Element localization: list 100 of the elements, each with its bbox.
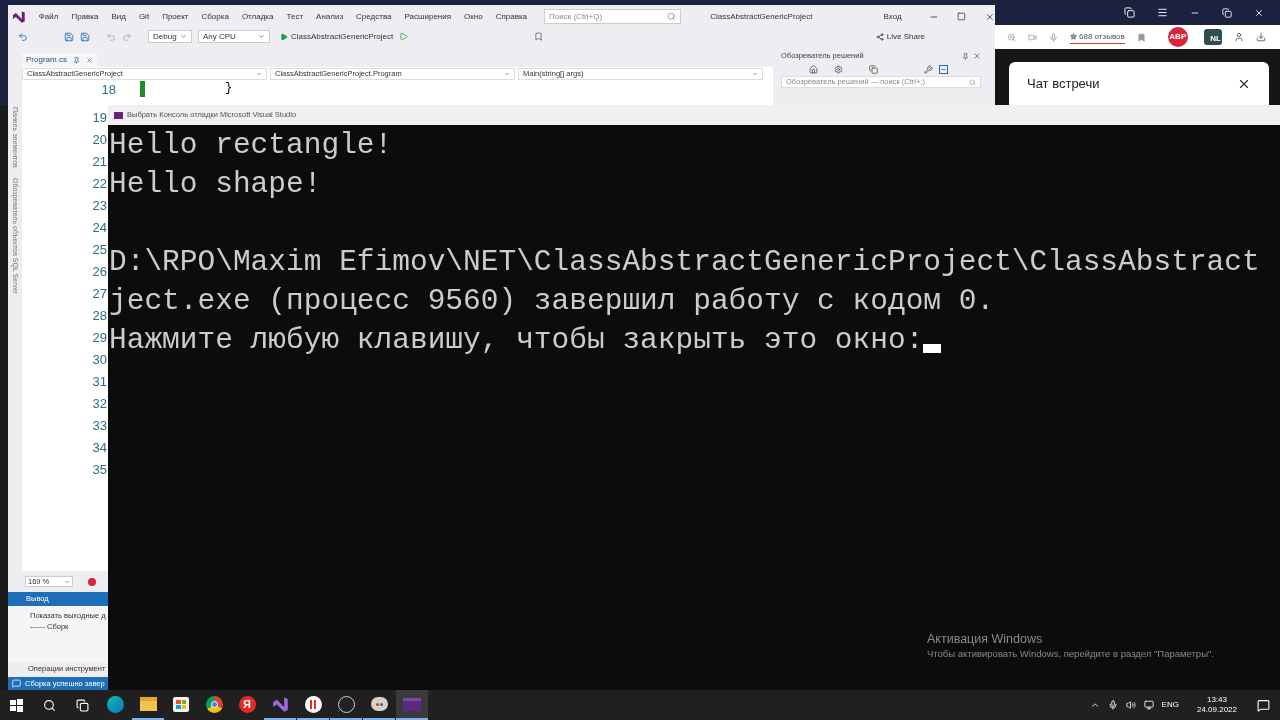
- menu-item[interactable]: Расширения: [404, 10, 452, 23]
- console-line: Нажмите любую клавишу, чтобы закрыть это окно:: [109, 322, 924, 359]
- line-number: 19: [92, 109, 107, 127]
- line-number: 22: [92, 175, 107, 193]
- window-title: ClassAbstractGenericProject: [710, 10, 813, 23]
- translator-button[interactable]: NL: [1203, 29, 1222, 45]
- app-icon: [205, 695, 223, 713]
- menu-icon[interactable]: [1157, 7, 1168, 18]
- preview-icon[interactable]: [939, 64, 948, 74]
- app-icon: [106, 695, 124, 713]
- line-number: 28: [92, 307, 107, 325]
- menu-item[interactable]: Анализ: [316, 10, 344, 23]
- save-all-icon[interactable]: [80, 31, 90, 42]
- start-without-debugging-icon[interactable]: [399, 32, 409, 41]
- visual-studio-logo-icon: [12, 10, 26, 23]
- menu-item[interactable]: Средства: [356, 10, 392, 23]
- bookmark-icon[interactable]: [534, 32, 544, 41]
- play-icon: [280, 32, 288, 41]
- line-number: 29: [92, 329, 107, 347]
- menu-item[interactable]: Правка: [71, 10, 99, 23]
- code-line: }: [225, 81, 233, 95]
- bookmark-icon[interactable]: [1136, 32, 1146, 42]
- app-icon: [139, 697, 157, 711]
- live-share-label: Live Share: [886, 30, 925, 43]
- pin-icon[interactable]: [962, 52, 969, 60]
- line-number: 20: [92, 131, 107, 149]
- menu-item[interactable]: Git: [138, 10, 150, 23]
- pin-icon[interactable]: [72, 56, 80, 64]
- console-line: Hello shape!: [109, 166, 322, 203]
- line-number: 33: [92, 417, 107, 435]
- line-number: 25: [92, 241, 107, 259]
- console-icon: [114, 111, 123, 119]
- menu-item[interactable]: Справка: [495, 10, 528, 23]
- search-icon[interactable]: [43, 698, 56, 712]
- clock[interactable]: 13:43 24.09.2022: [1196, 695, 1237, 715]
- rating-text: 688 отзывов: [1079, 30, 1125, 43]
- microphone-icon[interactable]: [1107, 700, 1118, 710]
- line-number: 34: [92, 439, 107, 457]
- search-field[interactable]: Поиск (Ctrl+Q): [544, 9, 682, 24]
- menu-item[interactable]: Отладка: [241, 10, 274, 23]
- taskbar-app-button[interactable]: Я: [231, 690, 263, 720]
- console-line: Hello rectangle!: [109, 127, 393, 164]
- tabs-icon[interactable]: [1124, 7, 1135, 18]
- app-icon: [271, 695, 289, 713]
- line-number: 21: [92, 153, 107, 171]
- line-number: 26: [92, 263, 107, 281]
- adblock-button[interactable]: ABP: [1167, 27, 1188, 47]
- caret-icon: [752, 71, 758, 77]
- close-icon[interactable]: [1254, 7, 1264, 18]
- start-icon[interactable]: [10, 698, 23, 712]
- app-icon: [370, 697, 388, 711]
- chevron-up-icon[interactable]: [1089, 700, 1100, 710]
- search-icon: [969, 78, 976, 86]
- line-number: 35: [92, 461, 107, 479]
- menu-item[interactable]: Файл: [38, 10, 59, 23]
- collapse-icon[interactable]: [869, 64, 878, 74]
- line-number: 30: [92, 351, 107, 369]
- volume-icon[interactable]: [1125, 700, 1136, 710]
- app-icon: [337, 695, 355, 713]
- line-number: 31: [92, 373, 107, 391]
- menu-item[interactable]: Сборка: [201, 10, 229, 23]
- caret-icon: [64, 578, 70, 585]
- error-icon: [88, 577, 96, 586]
- line-number: 18: [100, 81, 116, 97]
- document-tab[interactable]: Program.cs: [22, 53, 97, 67]
- star-icon: [1070, 33, 1077, 40]
- message-icon: [12, 679, 21, 688]
- line-number: 27: [92, 285, 107, 303]
- sign-in-link[interactable]: Вход: [883, 10, 902, 23]
- rating-link[interactable]: 688 отзывов: [1070, 30, 1125, 44]
- task-view-icon[interactable]: [76, 698, 89, 712]
- back-icon[interactable]: [18, 31, 28, 42]
- save-icon[interactable]: [64, 31, 74, 42]
- console-line: D:\RPO\Maxim Efimov\NET\ClassAbstractGenericProject\ClassAbstract: [109, 244, 1260, 281]
- wrench-icon[interactable]: [924, 64, 933, 74]
- notifications-icon[interactable]: [1257, 698, 1270, 712]
- console-line: ject.exe (процесс 9560) завершил работу с кодом 0.: [109, 283, 995, 320]
- line-number: 24: [92, 219, 107, 237]
- restore-icon[interactable]: [1222, 7, 1232, 18]
- download-icon[interactable]: [1255, 32, 1266, 42]
- maximize-icon[interactable]: [957, 12, 967, 21]
- line-number: 32: [92, 395, 107, 413]
- search-icon: [667, 12, 677, 21]
- home-icon[interactable]: [809, 64, 818, 74]
- menu-item[interactable]: Вид: [111, 10, 126, 23]
- app-icon: [403, 697, 421, 711]
- caret-icon: [256, 71, 262, 77]
- menu-item[interactable]: Тест: [286, 10, 304, 23]
- platform-dropdown[interactable]: Any CPU: [198, 30, 270, 43]
- live-share-button[interactable]: Live Share: [875, 30, 925, 43]
- activation-title: Активация Windows: [927, 631, 1044, 647]
- change-marker: [140, 81, 145, 97]
- configuration-dropdown[interactable]: Debug: [148, 30, 192, 43]
- language-indicator[interactable]: ENG: [1161, 699, 1179, 711]
- menu-item[interactable]: Окно: [464, 10, 483, 23]
- menu-item[interactable]: Проект: [162, 10, 189, 23]
- activation-text: Чтобы активировать Windows, перейдите в раздел "Параметры".: [927, 647, 1214, 661]
- app-icon: [173, 696, 189, 712]
- network-icon[interactable]: [1143, 700, 1154, 710]
- share-icon: [875, 32, 884, 41]
